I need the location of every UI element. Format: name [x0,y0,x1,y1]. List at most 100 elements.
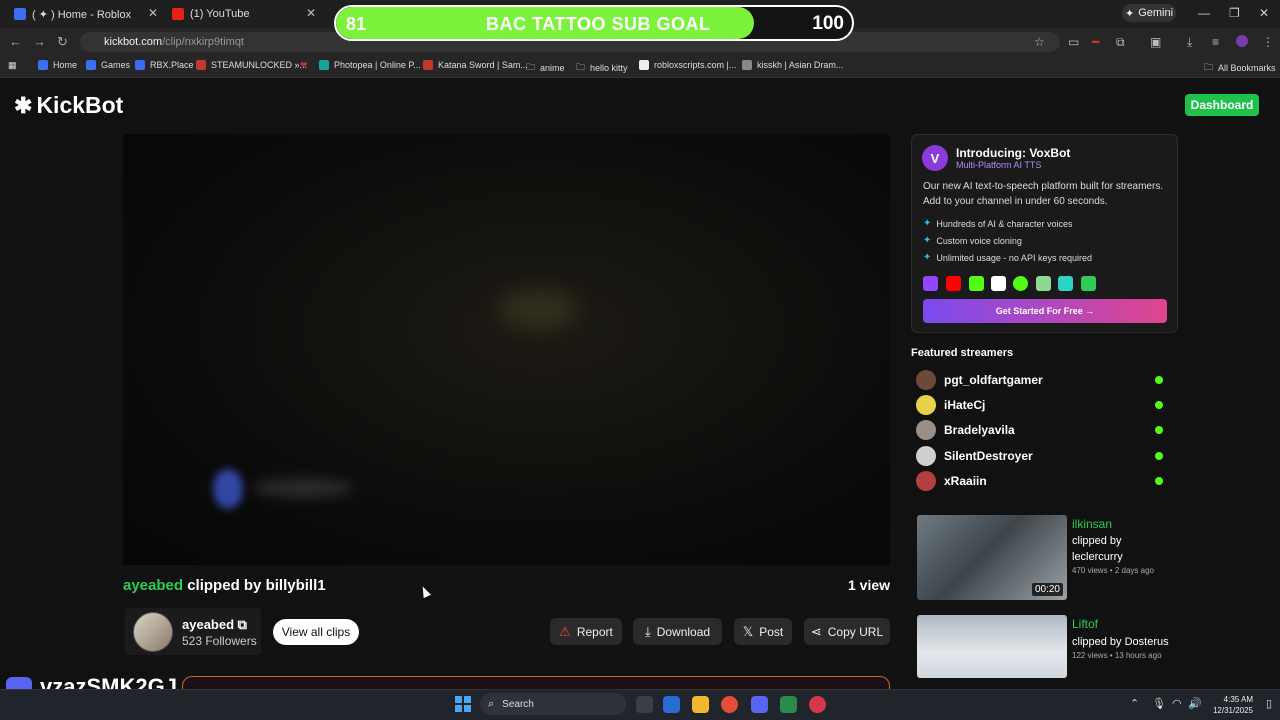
apps-grid-icon[interactable]: ▦ [8,60,17,71]
kickbot-logo[interactable]: ✱ KickBot [14,92,123,119]
windows-start-icon[interactable] [455,696,471,712]
extension-icon[interactable]: ━ [1092,35,1099,49]
avatar [916,370,936,390]
creator-name[interactable]: ayeabed ⧉ [182,617,247,633]
search-icon: ⌕ [488,697,495,710]
kickbot-logo-icon: ✱ [14,92,33,118]
featured-streamer-row[interactable]: iHateCj [916,395,1166,415]
extension-icon[interactable]: ▭ [1068,35,1079,49]
chevron-up-icon[interactable]: ⌃ [1130,697,1139,710]
tab-search-icon[interactable]: ▣ [1150,35,1161,49]
related-clip-thumbnail[interactable] [917,615,1067,678]
bookmark-hello-kitty[interactable]: 🗀 hello kitty [576,60,628,76]
taskbar-app-icon[interactable] [636,696,653,713]
file-explorer-icon[interactable] [692,696,709,713]
voxbot-logo-icon: V [922,145,948,171]
taskbar-app-icon[interactable] [663,696,680,713]
bookmark-home[interactable]: Home [38,60,77,70]
view-count: 1 view [848,577,891,593]
close-icon[interactable]: ✕ [148,6,158,20]
streamer-name: xRaaiin [944,474,987,488]
bookmark-robloxscripts[interactable]: robloxscripts.com |... [639,60,736,70]
download-icon: ⤓ [644,623,651,639]
live-status-icon [1155,376,1163,384]
youtube-favicon-icon [172,8,184,20]
roblox-icon [38,60,48,70]
related-clip-clipped-by: clipped by leclercurry [1072,535,1123,563]
menu-icon[interactable]: ⋮ [1262,35,1274,49]
creator-followers: 523 Followers [182,634,257,648]
bookmark-kisskh[interactable]: kisskh | Asian Dram... [742,60,843,70]
opera-icon[interactable] [809,696,826,713]
close-window-icon[interactable]: ✕ [1259,6,1269,20]
featured-streamer-row[interactable]: xRaaiin [916,471,1166,491]
url-domain: kickbot.com [104,36,163,48]
bookmark-label: anime [540,63,565,73]
taskbar-search[interactable]: ⌕ Search [480,693,626,715]
minimize-icon[interactable]: — [1198,6,1210,20]
robloxscripts-icon [639,60,649,70]
streamer-name: pgt_oldfartgamer [944,373,1043,387]
featured-streamer-row[interactable]: SilentDestroyer [916,446,1166,466]
media-icon[interactable]: ≡ [1212,35,1219,49]
related-clip-streamer[interactable]: Liftof [1072,617,1098,631]
bookmark-katana[interactable]: Katana Sword | Sam... [423,60,528,70]
taskbar-app-icon[interactable] [780,696,797,713]
bookmark-label: RBX.Place [150,60,194,70]
clip-video-player[interactable] [123,134,890,565]
tab-label: (1) YouTube [190,8,250,20]
all-bookmarks[interactable]: 🗀 All Bookmarks [1204,60,1276,76]
warning-icon: ⚠ [559,623,571,639]
featured-streamer-row[interactable]: pgt_oldfartgamer [916,370,1166,390]
discord-icon[interactable] [751,696,768,713]
download-button[interactable]: ⤓ Download [633,618,722,645]
bookmark-anime[interactable]: 🗀 anime [526,60,565,76]
post-button[interactable]: 𝕏 Post [734,618,792,645]
kisskh-icon [742,60,752,70]
volume-icon[interactable]: 🔊 [1188,697,1202,710]
copy-url-label: Copy URL [827,624,884,639]
taskbar-clock[interactable]: 4:35 AM 12/31/2025 [1209,694,1253,716]
sparkle-icon: ✦ [923,252,932,263]
get-started-button[interactable]: Get Started For Free → [923,299,1167,323]
bookmark-photopea[interactable]: Photopea | Online P... [319,60,421,70]
wifi-icon[interactable]: ◠ [1172,697,1182,710]
notification-icon[interactable]: ▯ [1266,697,1272,710]
view-all-clips-button[interactable]: View all clips [273,619,359,645]
sub-goal-overlay: 81 BAC TATTOO SUB GOAL 100 [334,5,854,41]
live-status-icon [1155,452,1163,460]
bookmark-star-icon[interactable]: ☆ [1034,35,1045,49]
bookmark-rbxplace[interactable]: RBX.Place [135,60,194,70]
back-icon[interactable]: ← [9,34,22,49]
close-icon[interactable]: ✕ [306,6,316,20]
download-icon[interactable]: ⤓ [1187,35,1192,50]
profile-avatar[interactable] [1236,35,1248,47]
chrome-icon[interactable] [721,696,738,713]
dashboard-button[interactable]: Dashboard [1185,94,1259,116]
report-button[interactable]: ⚠ Report [550,618,622,645]
reload-icon[interactable]: ↻ [57,34,68,50]
tab-roblox[interactable]: ( ✦ ) Home - Roblox ✕ [14,4,158,24]
avatar[interactable] [133,612,173,652]
extensions-puzzle-icon[interactable]: ⧉ [1116,35,1125,50]
featured-streamer-row[interactable]: Bradelyavila [916,420,1166,440]
bookmark-steamunlocked[interactable]: STEAMUNLOCKED »... [196,60,307,70]
forward-icon[interactable]: → [33,34,46,49]
related-clip-meta: 122 views • 13 hours ago [1072,651,1162,660]
microphone-icon[interactable]: 🎙 [1152,697,1166,710]
tab-youtube[interactable]: (1) YouTube ✕ [172,4,316,24]
bookmark-games[interactable]: Games [86,60,130,70]
voxbot-feature: ✦ Hundreds of AI & character voices [923,218,1072,229]
gemini-button[interactable]: ✦ Gemini [1122,4,1176,22]
related-clip-thumbnail[interactable]: 00:20 [917,515,1067,600]
roblox-icon [135,60,145,70]
bookmark-icon[interactable]: ❤ [300,60,308,71]
copy-url-button[interactable]: ⋖ Copy URL [804,618,890,645]
voxbot-feature: ✦ Custom voice cloning [923,235,1022,246]
related-clip-streamer[interactable]: ilkinsan [1072,517,1112,531]
streamer-name: SilentDestroyer [944,449,1033,463]
avatar [916,395,936,415]
goal-target: 100 [812,13,844,34]
maximize-icon[interactable]: ❐ [1229,6,1240,20]
clip-streamer-link[interactable]: ayeabed [123,577,183,594]
